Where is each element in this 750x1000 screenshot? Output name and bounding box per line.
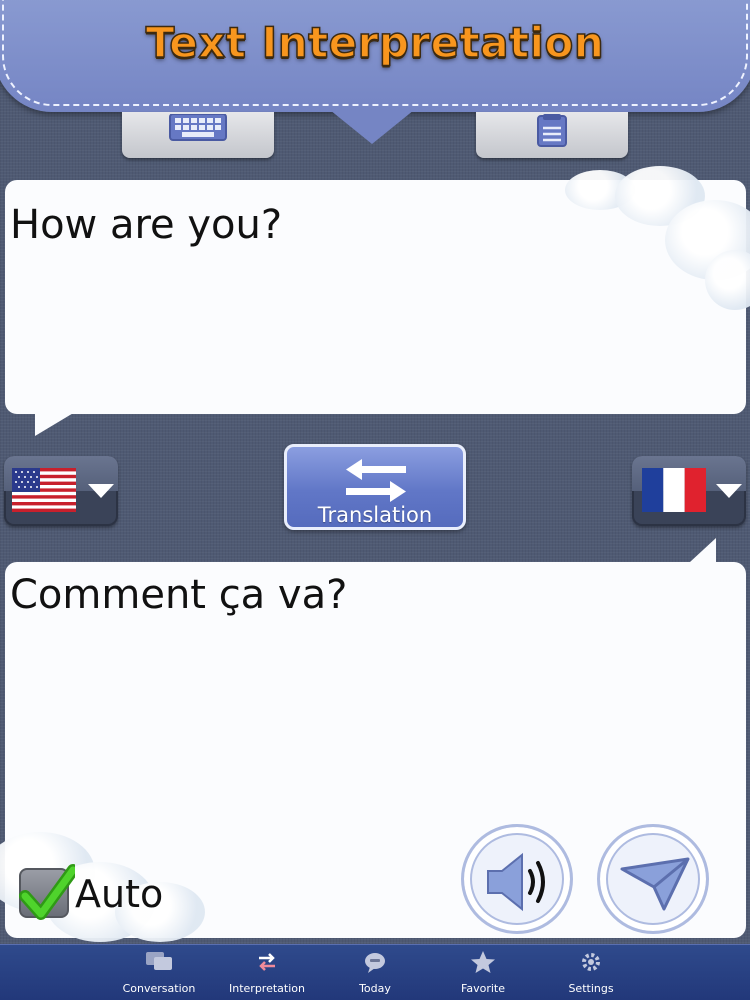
keyboard-button[interactable] [122, 112, 274, 158]
auto-label: Auto [75, 872, 164, 916]
speak-button[interactable] [461, 824, 573, 934]
swap-arrows-icon [346, 459, 406, 502]
source-text[interactable]: How are you? [10, 202, 282, 248]
paste-button[interactable] [476, 112, 628, 158]
checkmark-icon [19, 864, 75, 920]
send-button[interactable] [597, 824, 709, 934]
tab-settings[interactable]: Settings [537, 945, 645, 1000]
tab-bar: Conversation Interpretation Today Favori… [0, 944, 750, 1000]
auto-checkbox[interactable] [19, 864, 75, 920]
paper-plane-icon [620, 857, 690, 911]
chevron-down-icon [88, 484, 114, 498]
chevron-down-icon [716, 484, 742, 498]
exchange-icon [259, 953, 275, 971]
france-flag-icon [642, 468, 706, 512]
cloud-decoration [705, 250, 750, 310]
gear-icon [582, 953, 600, 971]
clipboard-icon [537, 114, 567, 147]
tab-favorite[interactable]: Favorite [429, 945, 537, 1000]
tab-interpretation[interactable]: Interpretation [213, 945, 321, 1000]
keyboard-icon [169, 114, 227, 141]
speech-bubble-icon [365, 953, 385, 973]
target-language-button[interactable] [632, 456, 746, 526]
us-flag-icon [12, 468, 76, 512]
target-text: Comment ça va? [10, 572, 348, 618]
star-icon [471, 951, 495, 973]
tab-conversation[interactable]: Conversation [105, 945, 213, 1000]
page-title: Text Interpretation [145, 17, 605, 68]
banner-notch [330, 110, 414, 144]
chat-bubbles-icon [146, 952, 172, 970]
source-language-button[interactable] [4, 456, 118, 526]
source-text-panel[interactable]: How are you? [5, 166, 750, 436]
translation-button[interactable]: Translation [284, 444, 466, 530]
speaker-icon [487, 852, 545, 912]
target-panel-tail [690, 538, 716, 562]
translation-label: Translation [317, 503, 433, 527]
target-text-panel[interactable]: Comment ça va? Auto [0, 538, 746, 942]
source-panel-tail [35, 412, 75, 436]
tab-today[interactable]: Today [321, 945, 429, 1000]
